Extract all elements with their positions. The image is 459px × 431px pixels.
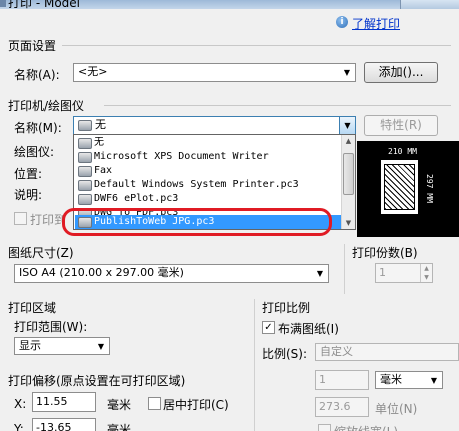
add-page-setup-button[interactable]: 添加()...	[364, 62, 438, 83]
scale-lineweights-checkbox[interactable]	[318, 424, 331, 431]
offset-y-label: Y:	[14, 422, 24, 431]
paper-size-label: 图纸尺寸(Z)	[8, 246, 74, 260]
printer-properties-button[interactable]: 特性(R)	[364, 115, 438, 136]
scale-unit-value: 毫米	[380, 373, 402, 386]
scroll-up-icon[interactable]: ▲	[342, 135, 355, 147]
plot-range-label: 打印范围(W):	[14, 320, 88, 334]
dropdown-option[interactable]: Fax	[75, 164, 342, 178]
scale-value-1-input[interactable]: 1	[315, 370, 369, 390]
highlight-annotation	[62, 208, 332, 236]
copies-value: 1	[379, 266, 386, 279]
copies-label: 打印份数(B)	[352, 246, 418, 260]
page-setup-heading: 页面设置	[8, 39, 57, 53]
location-label: 位置:	[14, 167, 43, 181]
page-setup-divider	[62, 45, 451, 46]
scroll-down-icon[interactable]: ▼	[342, 217, 355, 229]
dropdown-option[interactable]: DWF6 ePlot.pc3	[75, 192, 342, 206]
printer-icon	[78, 179, 92, 191]
scale-value-2-input[interactable]: 273.6	[315, 397, 369, 417]
copies-spinner[interactable]: ▲ ▼	[420, 264, 432, 282]
title-bar: 打印 - Model	[0, 0, 459, 9]
plot-offset-heading: 打印偏移(原点设置在可打印区域)	[8, 374, 186, 388]
printer-name-label: 名称(M):	[14, 121, 62, 135]
center-plot-checkbox[interactable]	[148, 397, 161, 410]
dropdown-option[interactable]: Default Windows System Printer.pc3	[75, 178, 342, 192]
paper-size-value: ISO A4 (210.00 x 297.00 毫米)	[19, 266, 184, 279]
page-setup-name-value: <无>	[78, 65, 108, 78]
spin-down-icon[interactable]: ▼	[421, 273, 432, 282]
chevron-down-icon[interactable]: ▼	[339, 117, 355, 134]
offset-y-input[interactable]: -13.65	[32, 418, 96, 431]
page-setup-name-select[interactable]: <无> ▼	[73, 63, 356, 82]
chevron-down-icon: ▼	[343, 68, 351, 77]
fit-to-paper-label: 布满图纸(I)	[278, 322, 339, 336]
dropdown-scrollbar[interactable]: ▲ ▼	[341, 135, 355, 229]
paper-size-select[interactable]: ISO A4 (210.00 x 297.00 毫米) ▼	[14, 264, 329, 283]
printer-icon	[78, 119, 92, 131]
plot-range-select[interactable]: 显示 ▼	[14, 337, 110, 355]
preview-height-label: 297 MM	[425, 173, 434, 203]
printer-icon	[78, 165, 92, 177]
learn-print-link[interactable]: 了解打印	[352, 15, 400, 32]
plot-area-heading: 打印区域	[8, 301, 57, 315]
dropdown-option[interactable]: 无	[75, 136, 342, 150]
scale-divider	[254, 299, 255, 431]
printer-name-select[interactable]: 无 ▼	[73, 116, 356, 135]
info-icon: i	[336, 16, 348, 28]
preview-printable-area	[384, 164, 415, 210]
offset-x-label: X:	[14, 397, 27, 411]
app-icon	[0, 0, 6, 7]
preview-width-label: 210 MM	[388, 147, 417, 156]
scale-value: 自定义	[320, 345, 353, 358]
scale-unit-label: 单位(N)	[375, 402, 418, 416]
copies-input[interactable]: 1 ▲ ▼	[375, 263, 433, 283]
scale-unit-select[interactable]: 毫米 ▼	[375, 371, 443, 389]
chevron-down-icon: ▼	[97, 342, 105, 351]
scale-label: 比例(S):	[262, 347, 308, 361]
offset-x-unit: 毫米	[107, 398, 132, 412]
printer-icon	[78, 151, 92, 163]
plot-scale-heading: 打印比例	[262, 301, 311, 315]
scale-lineweights-label: 缩放线宽(L)	[334, 423, 398, 431]
print-to-file-checkbox[interactable]	[14, 212, 27, 225]
dropdown-option[interactable]: Microsoft XPS Document Writer	[75, 150, 342, 164]
scroll-thumb[interactable]	[343, 153, 354, 195]
copies-divider	[344, 244, 345, 294]
window-title: 打印 - Model	[8, 0, 80, 9]
printer-icon	[78, 137, 92, 149]
printer-icon	[78, 193, 92, 205]
printer-selected-value: 无	[95, 118, 106, 131]
spin-up-icon[interactable]: ▲	[421, 264, 432, 273]
scale-select[interactable]: 自定义	[315, 343, 459, 361]
close-button[interactable]	[400, 0, 459, 9]
plot-range-value: 显示	[19, 339, 41, 352]
description-label: 说明:	[14, 188, 43, 202]
fit-to-paper-checkbox[interactable]: ✓	[262, 321, 275, 334]
plotter-label: 绘图仪:	[14, 145, 55, 159]
printer-heading: 打印机/绘图仪	[8, 99, 85, 113]
page-setup-name-label: 名称(A):	[14, 68, 60, 82]
center-plot-label: 居中打印(C)	[163, 398, 229, 412]
offset-x-input[interactable]: 11.55	[32, 392, 96, 412]
chevron-down-icon: ▼	[430, 376, 438, 385]
printer-divider	[104, 105, 451, 106]
print-to-file-label: 打印到	[30, 213, 67, 227]
offset-y-unit: 毫米	[107, 423, 132, 431]
chevron-down-icon: ▼	[316, 269, 324, 278]
